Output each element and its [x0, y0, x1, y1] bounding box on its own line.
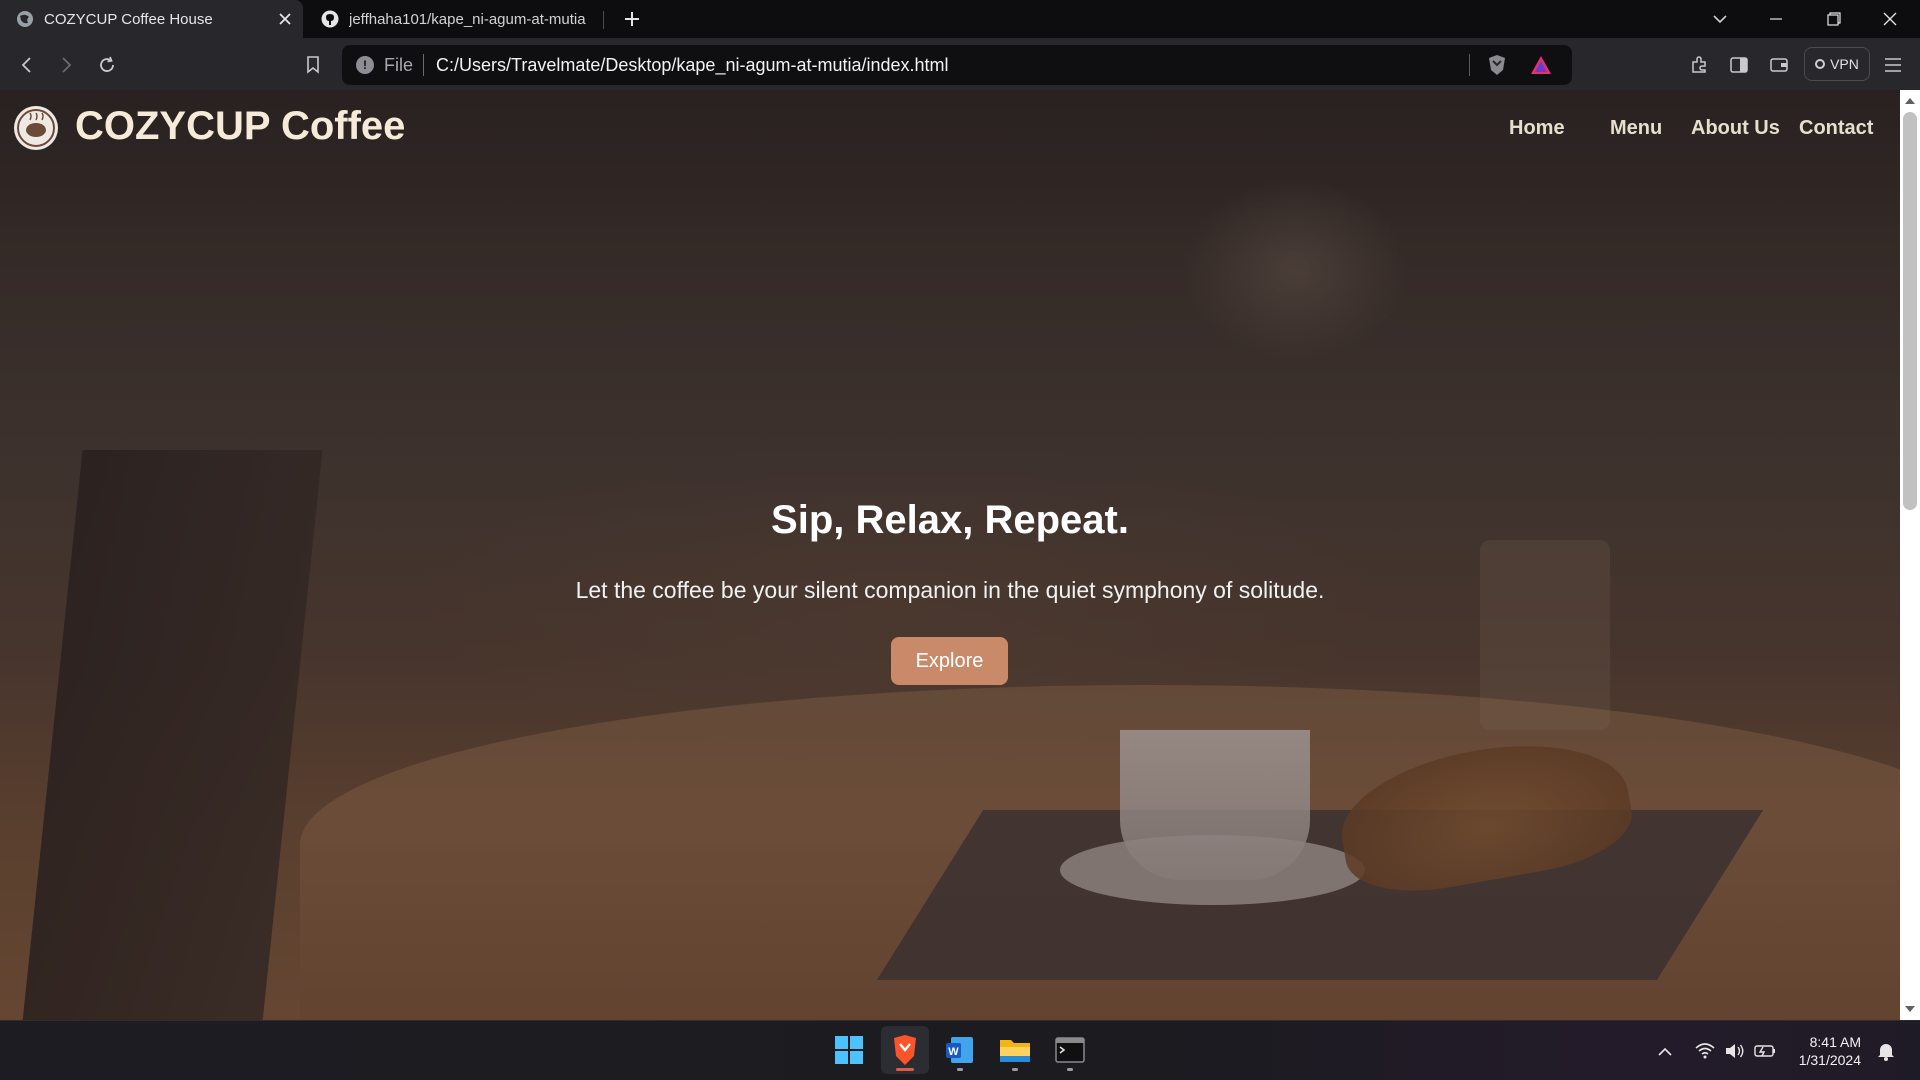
svg-text:W: W	[948, 1046, 959, 1058]
site-brand[interactable]: COZYCUP Coffee	[75, 104, 405, 149]
running-indicator	[896, 1068, 914, 1071]
scroll-thumb[interactable]	[1903, 112, 1917, 510]
volume-icon[interactable]	[1723, 1039, 1747, 1063]
new-tab-button[interactable]	[619, 6, 645, 32]
github-icon	[321, 10, 339, 28]
clock-date: 1/31/2024	[1798, 1052, 1861, 1068]
scheme-divider	[423, 54, 425, 76]
hero-background-image	[0, 90, 1900, 1020]
globe-icon	[16, 10, 34, 28]
nav-contact[interactable]: Contact	[1799, 117, 1873, 140]
wifi-icon[interactable]	[1693, 1039, 1717, 1063]
restore-button[interactable]	[1806, 0, 1862, 38]
tab-separator	[603, 11, 604, 29]
url-text[interactable]: C:/Users/Travelmate/Desktop/kape_ni-agum…	[436, 55, 1469, 76]
close-icon[interactable]	[273, 7, 297, 31]
page-viewport: COZYCUP Coffee Home Menu About Us Contac…	[0, 90, 1900, 1020]
vpn-status-icon	[1815, 59, 1826, 69]
vpn-button[interactable]: VPN	[1804, 47, 1870, 81]
coffee-logo-icon[interactable]	[14, 106, 58, 150]
tab-title: jeffhaha101/kape_ni-agum-at-mutia	[349, 10, 586, 28]
nav-home[interactable]: Home	[1509, 117, 1565, 140]
terminal-icon[interactable]	[1046, 1026, 1094, 1074]
omnibox-divider	[1469, 54, 1470, 76]
running-indicator	[1012, 1068, 1018, 1071]
running-indicator	[1067, 1068, 1073, 1071]
word-icon[interactable]: W	[936, 1026, 984, 1074]
taskbar-clock[interactable]: 8:41 AM 1/31/2024	[1789, 1033, 1861, 1069]
nav-about-us[interactable]: About Us	[1691, 117, 1780, 140]
page-scrollbar[interactable]	[1900, 90, 1920, 1020]
tab-cozycup[interactable]: COZYCUP Coffee House	[0, 0, 303, 38]
brave-rewards-icon[interactable]	[1528, 52, 1554, 78]
back-button[interactable]	[12, 50, 42, 80]
tab-github[interactable]: jeffhaha101/kape_ni-agum-at-mutia	[305, 0, 603, 38]
hero-title: Sip, Relax, Repeat.	[771, 498, 1129, 542]
tab-search-chevron-icon[interactable]	[1692, 0, 1748, 38]
sidebar-icon[interactable]	[1724, 50, 1754, 80]
vpn-label: VPN	[1830, 56, 1859, 72]
extensions-icon[interactable]	[1684, 50, 1714, 80]
site-header: COZYCUP Coffee Home Menu About Us Contac…	[0, 90, 1900, 162]
explore-button[interactable]: Explore	[891, 637, 1008, 685]
windows-start-icon[interactable]	[825, 1026, 873, 1074]
battery-icon[interactable]	[1753, 1039, 1777, 1063]
notification-bell-icon[interactable]	[1874, 1039, 1898, 1063]
address-bar[interactable]: ! File C:/Users/Travelmate/Desktop/kape_…	[342, 45, 1572, 85]
browser-toolbar: ! File C:/Users/Travelmate/Desktop/kape_…	[0, 38, 1920, 90]
reload-button[interactable]	[92, 50, 122, 80]
forward-button[interactable]	[51, 50, 81, 80]
hero-dark-overlay	[0, 90, 1900, 1020]
url-scheme-label: File	[384, 54, 414, 75]
clock-time: 8:41 AM	[1809, 1034, 1861, 1050]
chevron-up-icon[interactable]	[1653, 1039, 1677, 1063]
scroll-down-arrow-icon[interactable]	[1900, 1002, 1920, 1016]
bookmark-icon[interactable]	[298, 50, 328, 80]
brave-shields-icon[interactable]	[1484, 52, 1510, 78]
menu-icon[interactable]	[1878, 50, 1908, 80]
windows-taskbar: W 8:41 AM 1/31/2024	[0, 1020, 1920, 1080]
brave-browser-icon[interactable]	[881, 1026, 929, 1074]
minimize-button[interactable]	[1748, 0, 1804, 38]
hero-subtitle: Let the coffee be your silent companion …	[575, 577, 1325, 603]
close-window-button[interactable]	[1862, 0, 1918, 38]
nav-menu[interactable]: Menu	[1610, 117, 1662, 140]
scroll-up-arrow-icon[interactable]	[1900, 94, 1920, 108]
tab-title: COZYCUP Coffee House	[44, 10, 213, 28]
site-info-icon[interactable]: !	[356, 56, 374, 74]
browser-tab-strip: COZYCUP Coffee House jeffhaha101/kape_ni…	[0, 0, 1920, 38]
running-indicator	[957, 1068, 963, 1071]
file-explorer-icon[interactable]	[991, 1026, 1039, 1074]
wallet-icon[interactable]	[1764, 50, 1794, 80]
